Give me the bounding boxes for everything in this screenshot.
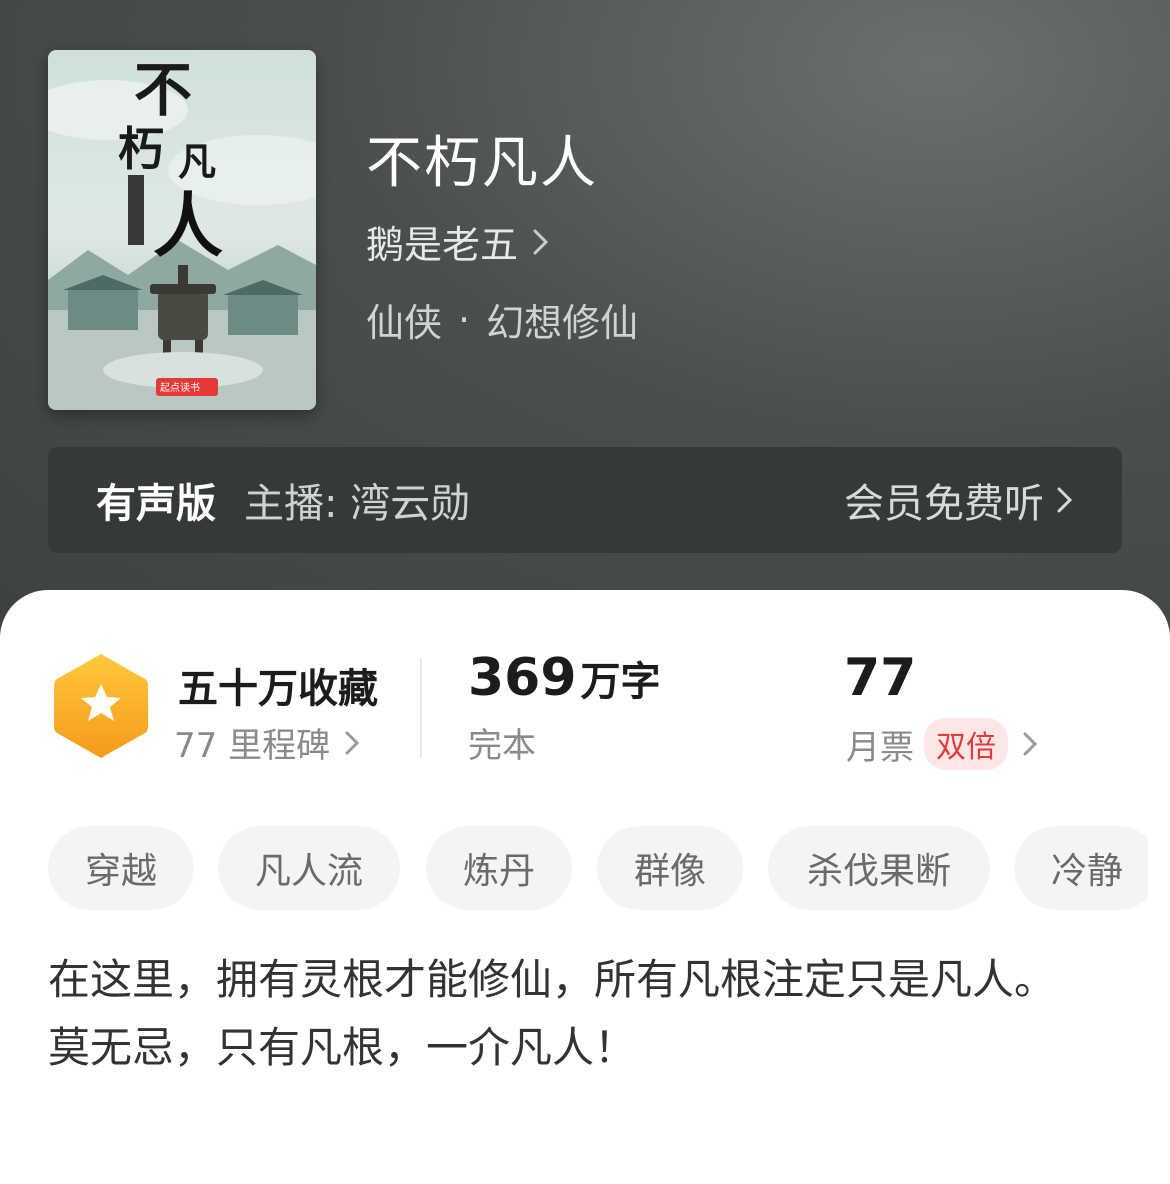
milestone-text: 77 里程碑 — [174, 726, 331, 766]
audio-version-label: 有声版 — [96, 481, 216, 527]
cover-title-char-1: 不 — [134, 56, 192, 124]
cover-title-char-3: 凡 — [178, 139, 216, 184]
book-genre: 仙侠 · 幻想修仙 — [366, 292, 638, 347]
member-free-listen-link[interactable]: 会员免费听 — [844, 471, 1074, 529]
description-paragraph: 在这里，拥有灵根才能修仙，所有凡根注定只是凡人。 — [48, 955, 1057, 1004]
tag-chip[interactable]: 穿越 — [48, 826, 194, 910]
chevron-right-icon — [344, 729, 360, 757]
collection-title: 五十万收藏 — [178, 666, 378, 712]
monthly-votes-link[interactable]: 月票 双倍 — [846, 718, 1038, 770]
genre-secondary: 幻想修仙 — [486, 301, 639, 345]
word-count-number: 369 — [468, 648, 577, 708]
tag-list: 穿越 凡人流 炼丹 群像 杀伐果断 冷静 — [48, 826, 1148, 910]
author-name: 鹅是老五 — [366, 223, 519, 267]
cover-publisher: 起点读书 — [160, 381, 200, 394]
cover-art: 不 朽 凡 人 起点读书 — [48, 50, 316, 410]
completion-status: 完本 — [468, 726, 536, 766]
book-stats-row: 五十万收藏 77 里程碑 369 万字 完本 77 月票 双倍 — [0, 640, 1170, 780]
milestone-link[interactable]: 77 里程碑 — [174, 718, 360, 767]
genre-separator: · — [458, 297, 471, 342]
tag-chip[interactable]: 群像 — [597, 826, 743, 910]
chevron-right-icon — [532, 227, 550, 257]
author-link[interactable]: 鹅是老五 — [366, 214, 550, 269]
tag-chip[interactable]: 凡人流 — [218, 826, 400, 910]
word-count-unit: 万字 — [580, 659, 661, 705]
double-votes-badge: 双倍 — [924, 718, 1008, 770]
monthly-votes-number: 77 — [844, 648, 917, 708]
audio-anchor: 主播: 湾云勋 — [244, 481, 471, 527]
description-paragraph: 莫无忌，只有凡根，一介凡人！ — [48, 1023, 637, 1072]
monthly-votes-count: 77 — [844, 648, 916, 708]
book-title: 不朽凡人 — [366, 131, 598, 196]
genre-primary: 仙侠 — [366, 301, 443, 345]
tag-chip[interactable]: 杀伐果断 — [768, 826, 990, 910]
word-count: 369 万字 — [468, 648, 661, 708]
star-badge-icon — [50, 650, 152, 762]
chevron-right-icon — [1056, 485, 1074, 515]
monthly-votes-label: 月票 — [846, 727, 914, 768]
tag-chip[interactable]: 炼丹 — [426, 826, 572, 910]
cover-title-char-2: 朽 — [118, 122, 164, 176]
tag-chip[interactable]: 冷静 — [1014, 826, 1148, 910]
cover-title-char-4: 人 — [153, 184, 223, 267]
chevron-right-icon — [1022, 730, 1038, 758]
audio-version-bar[interactable]: 有声版 主播: 湾云勋 会员免费听 — [48, 447, 1122, 553]
stats-divider — [420, 658, 422, 758]
book-description[interactable]: 在这里，拥有灵根才能修仙，所有凡根注定只是凡人。 莫无忌，只有凡根，一介凡人！ — [48, 946, 1122, 1082]
book-cover-image[interactable]: 不 朽 凡 人 起点读书 — [48, 50, 316, 410]
member-free-listen-label: 会员免费听 — [844, 481, 1044, 527]
